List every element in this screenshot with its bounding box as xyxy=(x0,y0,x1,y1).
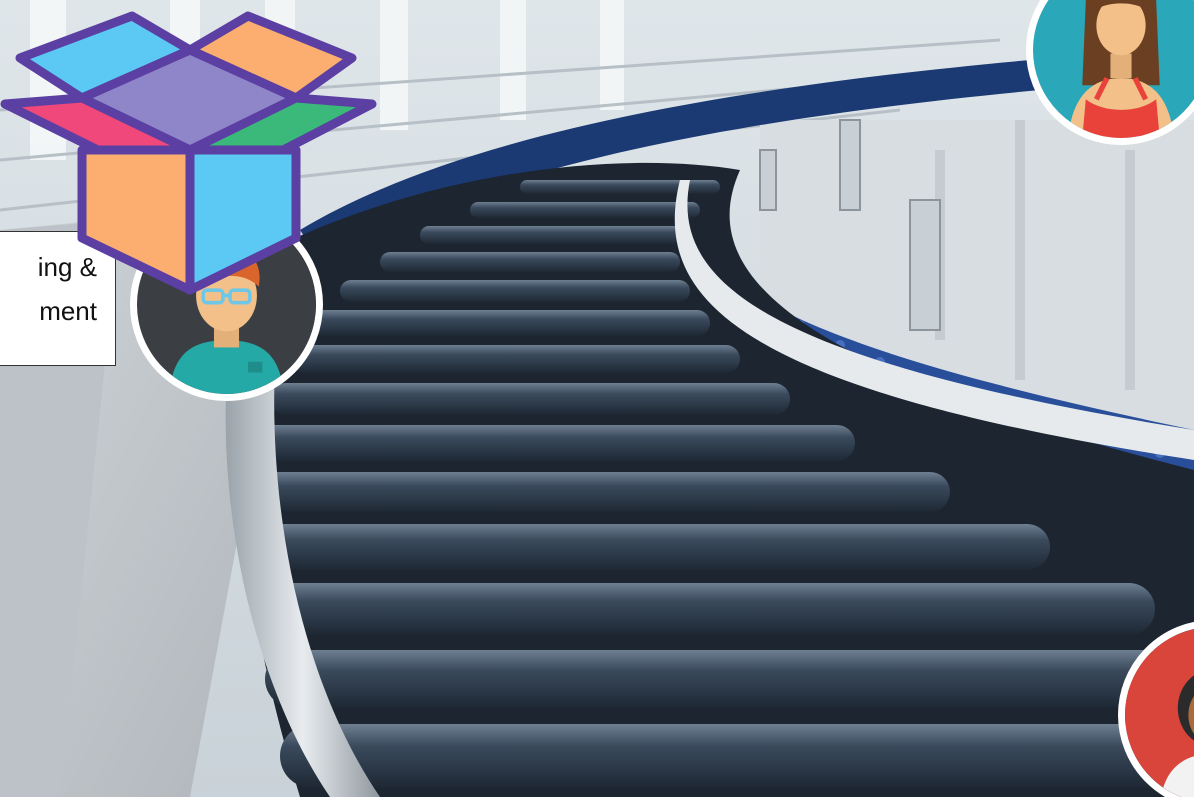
woman-red-top-icon xyxy=(1033,0,1194,138)
conveyor-scene: ing & ment xyxy=(0,0,1194,797)
open-box-icon xyxy=(0,11,377,295)
process-label-line2: ment xyxy=(39,296,97,326)
